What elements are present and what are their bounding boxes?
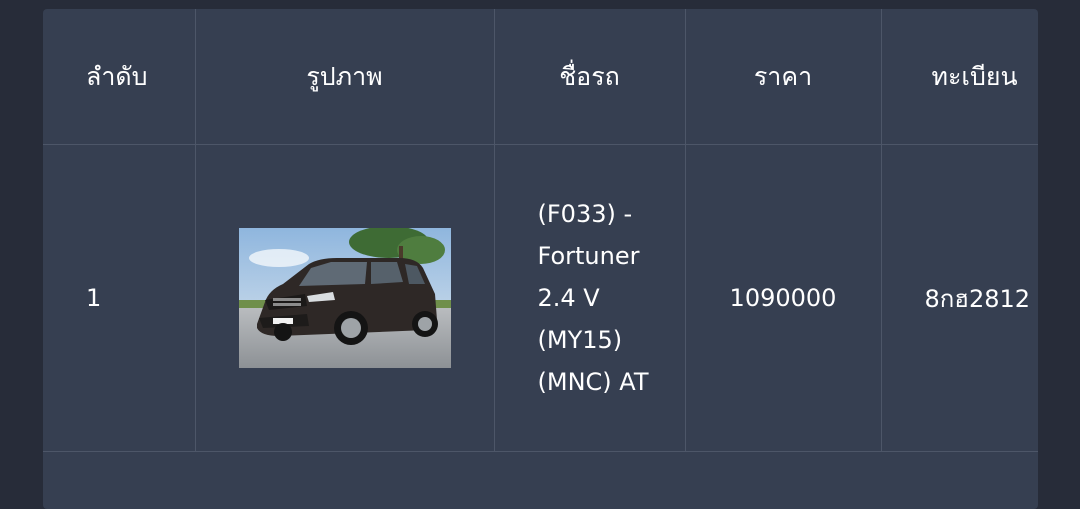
- table-header-row: ลำดับ รูปภาพ ชื่อรถ ราคา ทะเบียน: [43, 9, 1038, 145]
- header-index: ลำดับ: [43, 9, 196, 145]
- car-name[interactable]: (F033) - Fortuner 2.4 V (MY15) (MNC) AT: [538, 193, 658, 403]
- car-table-panel: ลำดับ รูปภาพ ชื่อรถ ราคา ทะเบียน 1 (F033…: [43, 9, 1038, 509]
- row-plate: 8กฮ2812: [881, 144, 1038, 452]
- row-index: 1: [43, 144, 196, 452]
- row-image-cell: [195, 144, 495, 452]
- header-price: ราคา: [685, 9, 882, 145]
- header-name: ชื่อรถ: [494, 9, 686, 145]
- car-table: ลำดับ รูปภาพ ชื่อรถ ราคา ทะเบียน 1 (F033…: [43, 9, 1038, 452]
- car-photo-icon[interactable]: [238, 228, 451, 368]
- row-price: 1090000: [685, 144, 882, 452]
- header-plate: ทะเบียน: [881, 9, 1038, 145]
- header-image: รูปภาพ: [195, 9, 495, 145]
- table-row[interactable]: 1 (F033) - Fortuner 2.4 V (MY15) (MNC) A…: [43, 144, 1038, 452]
- row-name-cell: (F033) - Fortuner 2.4 V (MY15) (MNC) AT: [494, 144, 686, 452]
